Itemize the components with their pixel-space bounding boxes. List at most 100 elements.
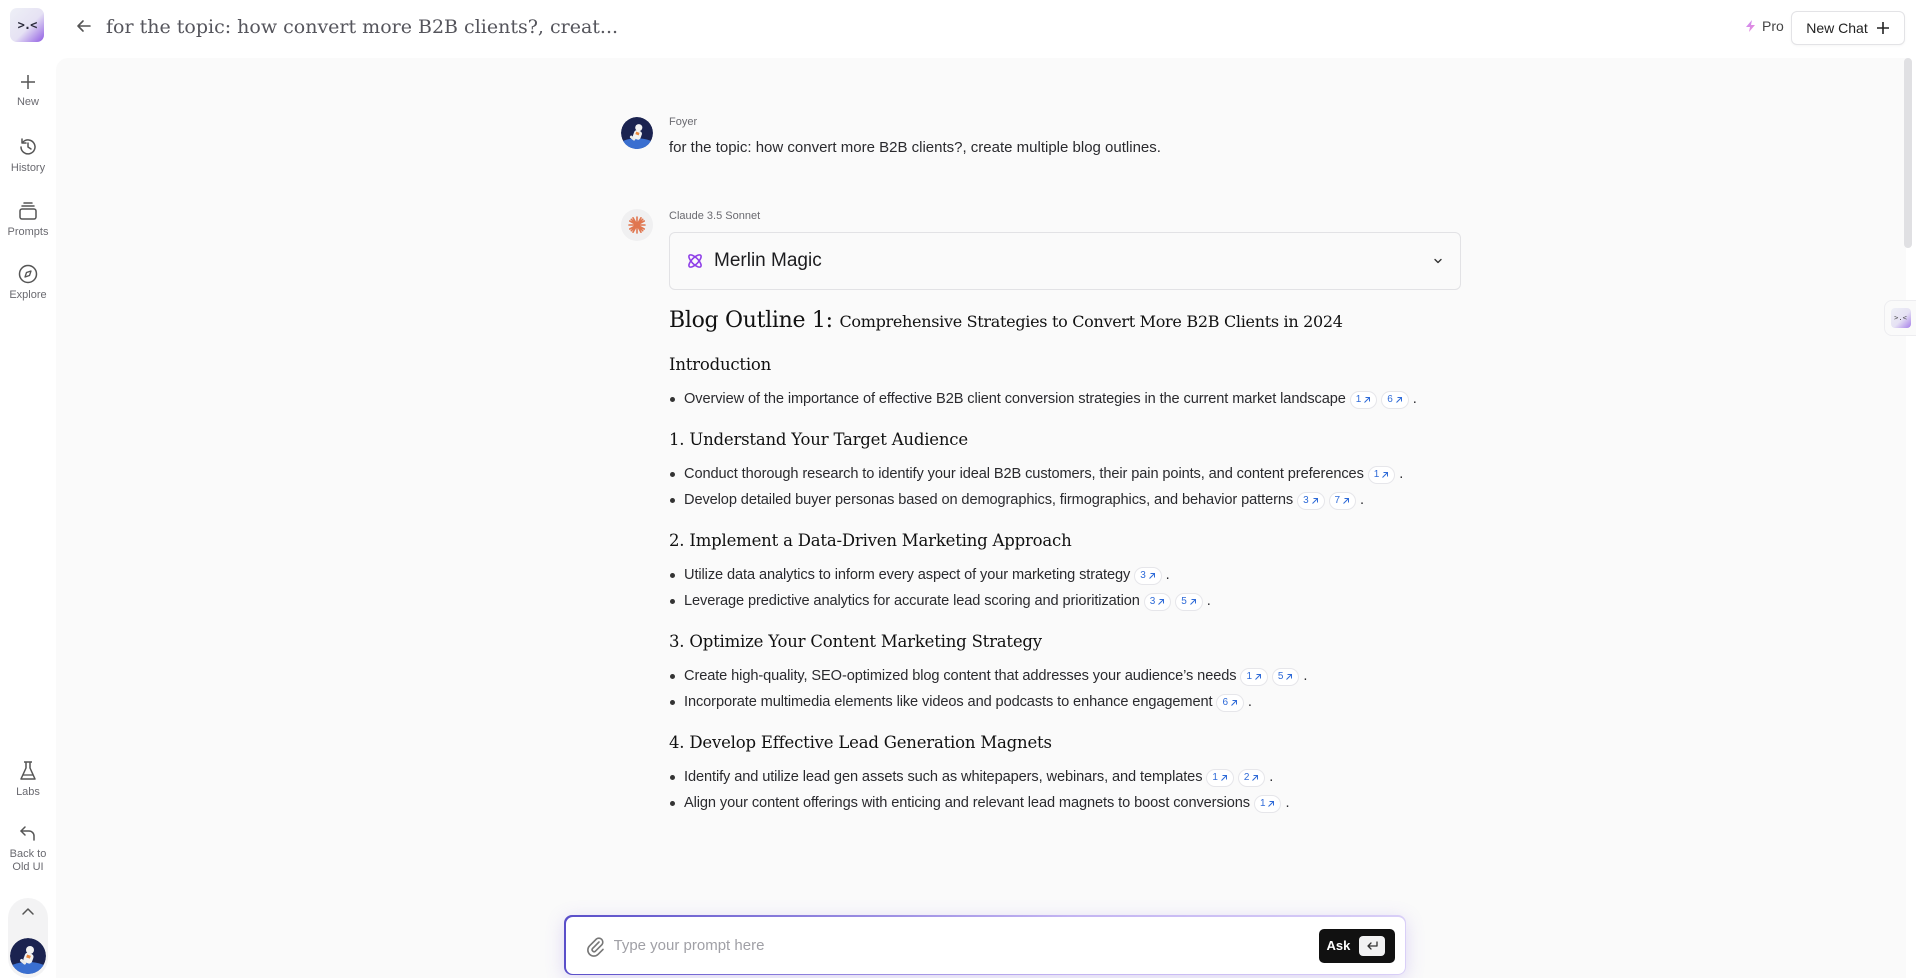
section-bullets: Overview of the importance of effective … xyxy=(669,388,1469,410)
bullet-text: Identify and utilize lead gen assets suc… xyxy=(684,769,1203,785)
citation-link[interactable]: 1 xyxy=(1349,391,1378,409)
bullet-text: Create high-quality, SEO-optimized blog … xyxy=(684,668,1237,684)
bullet-item: Create high-quality, SEO-optimized blog … xyxy=(669,665,1469,687)
astronaut-avatar-icon xyxy=(621,117,653,149)
pro-badge[interactable]: Pro xyxy=(1744,18,1784,34)
section-bullets: Conduct thorough research to identify yo… xyxy=(669,463,1469,511)
sidebar-item-back-to-old-ui[interactable]: Back to Old UI xyxy=(0,822,56,874)
citation-link[interactable]: 2 xyxy=(1237,769,1266,787)
logo-face-icon: >.< xyxy=(17,18,38,32)
citation-link[interactable]: 1 xyxy=(1254,795,1282,813)
merlin-magic-dropdown[interactable]: Merlin Magic xyxy=(669,232,1461,290)
citation-number: 5 xyxy=(1181,596,1187,607)
citation-link[interactable]: 5 xyxy=(1175,593,1203,611)
citation-number: 1 xyxy=(1355,394,1362,405)
model-name: Claude 3.5 Sonnet xyxy=(669,210,761,222)
section-heading: Introduction xyxy=(669,355,772,374)
section-bullets: Create high-quality, SEO-optimized blog … xyxy=(669,665,1469,713)
citation-number: 1 xyxy=(1246,671,1252,682)
astronaut-avatar-icon xyxy=(10,938,46,974)
bullet-text: Conduct thorough research to identify yo… xyxy=(684,466,1364,482)
citation-number: 1 xyxy=(1212,772,1218,783)
bullet-text: Overview of the importance of effective … xyxy=(684,391,1346,407)
citation-link[interactable]: 6 xyxy=(1381,391,1409,409)
undo-arrow-icon xyxy=(20,826,35,841)
user-message: for the topic: how convert more B2B clie… xyxy=(669,139,1161,156)
sidebar-item-new[interactable]: New xyxy=(0,72,56,109)
citation-link[interactable]: 6 xyxy=(1216,694,1244,712)
citation-link[interactable]: 3 xyxy=(1134,567,1162,585)
scrollbar[interactable] xyxy=(1904,58,1912,248)
citation-number: 1 xyxy=(1260,798,1266,809)
external-arrow-icon xyxy=(1382,472,1389,478)
citation-link[interactable]: 7 xyxy=(1328,492,1357,510)
arrow-left-icon xyxy=(77,20,91,32)
back-button[interactable] xyxy=(72,14,96,38)
merlin-logo[interactable]: >.< xyxy=(10,8,44,42)
new-chat-label: New Chat xyxy=(1806,20,1868,36)
citation-number: 2 xyxy=(1243,772,1250,783)
bullet-period: . xyxy=(1356,492,1364,508)
atom-icon xyxy=(688,254,702,268)
bullet-item: Align your content offerings with entici… xyxy=(669,792,1469,814)
merlin-side-widget[interactable]: >.< xyxy=(1884,300,1916,336)
bullet-item: Conduct thorough research to identify yo… xyxy=(669,463,1469,485)
bullet-period: . xyxy=(1243,694,1252,710)
assistant-avatar xyxy=(621,209,653,241)
citation-number: 6 xyxy=(1387,394,1393,405)
account-panel xyxy=(8,898,48,978)
user-avatar[interactable] xyxy=(10,938,46,974)
outline-title-main: Blog Outline 1: xyxy=(669,308,833,333)
chat-title: for the topic: how convert more B2B clie… xyxy=(106,16,619,38)
chevron-up-icon[interactable] xyxy=(20,904,36,920)
bullet-period: . xyxy=(1395,466,1404,482)
section-heading: 3. Optimize Your Content Marketing Strat… xyxy=(669,632,1042,651)
bullet-period: . xyxy=(1408,391,1417,407)
citation-link[interactable]: 3 xyxy=(1143,593,1172,611)
bullet-text: Leverage predictive analytics for accura… xyxy=(684,593,1140,609)
sidebar-item-prompts[interactable]: Prompts xyxy=(0,200,56,239)
external-arrow-icon xyxy=(1343,498,1350,504)
sidebar-item-label: Explore xyxy=(9,289,47,301)
new-chat-button[interactable]: New Chat xyxy=(1791,11,1905,45)
sidebar-item-label: History xyxy=(10,162,46,174)
chevron-down-icon xyxy=(1434,258,1442,264)
external-arrow-icon xyxy=(1189,599,1196,605)
prompt-input[interactable] xyxy=(613,930,1274,961)
merlin-magic-label: Merlin Magic xyxy=(714,250,822,271)
citation-link[interactable]: 1 xyxy=(1367,466,1396,484)
sidebar-item-labs[interactable]: Labs xyxy=(0,760,56,799)
chat-panel: Foyer for the topic: how convert more B2… xyxy=(56,58,1906,978)
citation-number: 3 xyxy=(1303,495,1309,506)
external-arrow-icon xyxy=(1252,775,1259,781)
citation-number: 5 xyxy=(1277,671,1284,682)
section-heading: 4. Develop Effective Lead Generation Mag… xyxy=(669,733,1052,752)
bullet-item: Incorporate multimedia elements like vid… xyxy=(669,691,1469,713)
external-arrow-icon xyxy=(1268,801,1275,807)
pro-label: Pro xyxy=(1762,18,1784,34)
bullet-period: . xyxy=(1161,567,1170,583)
prompt-box-inner: Ask xyxy=(565,916,1405,974)
sidebar-item-label: Labs xyxy=(16,786,40,798)
ask-button[interactable]: Ask xyxy=(1318,928,1395,963)
sidebar-item-explore[interactable]: Explore xyxy=(0,263,56,302)
section-heading: 2. Implement a Data-Driven Marketing App… xyxy=(669,531,1072,550)
external-arrow-icon xyxy=(1311,498,1318,504)
citation-link[interactable]: 1 xyxy=(1240,668,1268,686)
citation-link[interactable]: 5 xyxy=(1271,668,1300,686)
outline-sections: Introduction Overview of the importance o… xyxy=(669,355,1469,814)
ask-label: Ask xyxy=(1326,938,1351,953)
sidebar-item-history[interactable]: History xyxy=(0,136,56,175)
bullet-item: Utilize data analytics to inform every a… xyxy=(669,564,1469,586)
claude-sparkle-icon xyxy=(628,216,646,234)
citation-link[interactable]: 1 xyxy=(1206,769,1234,787)
external-arrow-icon xyxy=(1395,397,1402,403)
citation-link[interactable]: 3 xyxy=(1297,492,1325,510)
paperclip-icon[interactable] xyxy=(584,935,606,957)
prompt-box: Ask xyxy=(564,915,1406,975)
sidebar-item-label: New xyxy=(16,96,39,108)
bullet-item: Overview of the importance of effective … xyxy=(669,388,1469,410)
external-arrow-icon xyxy=(1364,397,1371,403)
blog-outline: Blog Outline 1: Comprehensive Strategies… xyxy=(669,308,1469,834)
section-heading: 1. Understand Your Target Audience xyxy=(669,430,968,449)
